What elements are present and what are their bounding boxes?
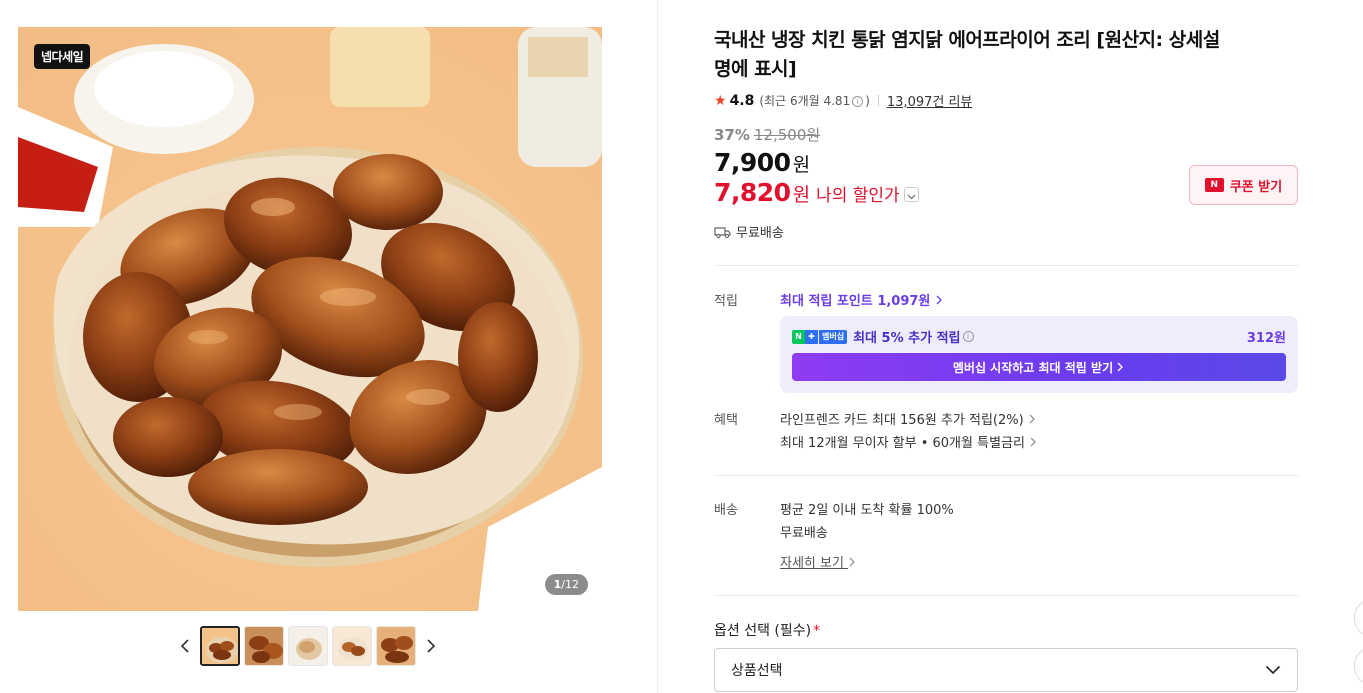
thumbnail-3[interactable]: [288, 626, 328, 666]
naver-n-icon: N: [792, 329, 805, 344]
rating-row: ★ 4.8 (최근 6개월 4.81 i) 13,097건 리뷰: [714, 91, 973, 111]
option-label-text: 옵션 선택 (필수): [714, 623, 812, 639]
membership-cta-label: 멤버십 시작하고 최대 적립 받기: [952, 360, 1114, 375]
divider: [877, 95, 879, 106]
membership-extra-row: N ✚ 멤버십 최대 5% 추가 적립 i 312원: [792, 327, 1286, 346]
benefit-item-card[interactable]: 라인프렌즈 카드 최대 156원 추가 적립(2%): [780, 409, 1036, 428]
membership-box: N ✚ 멤버십 최대 5% 추가 적립 i 312원 멤버십 시작하고 최대 적립 받…: [780, 316, 1298, 393]
shipping-row: 무료배송: [714, 222, 784, 241]
option-select[interactable]: 상품선택: [714, 648, 1298, 692]
thumbnail-image: [202, 628, 238, 664]
chevron-down-icon[interactable]: [903, 187, 919, 202]
coupon-button[interactable]: N 쿠폰 받기: [1189, 165, 1298, 205]
chevron-right-icon: [849, 557, 855, 567]
thumbnail-prev-button[interactable]: [174, 626, 196, 666]
chevron-down-icon: [1265, 665, 1281, 675]
info-icon[interactable]: i: [962, 331, 974, 342]
my-price-label: 나의 할인가: [816, 186, 900, 206]
max-points-link[interactable]: 최대 적립 포인트 1,097원: [780, 290, 943, 309]
delivery-fee: 무료배송: [780, 526, 828, 541]
truck-icon: [714, 226, 731, 238]
info-icon[interactable]: i: [852, 96, 864, 107]
extra-points-amount: 312원: [1246, 331, 1286, 346]
floating-button[interactable]: [1354, 646, 1363, 686]
counter-total: /12: [561, 578, 579, 591]
thumbnail-4[interactable]: [332, 626, 372, 666]
chevron-right-icon: [1029, 414, 1035, 424]
extra-points-text: 최대 5% 추가 적립: [853, 331, 961, 346]
product-gallery: 넵다세일 1/12: [0, 0, 658, 693]
recent-rating-close: ): [865, 94, 870, 108]
delivery-detail-link[interactable]: 자세히 보기: [780, 552, 856, 571]
required-mark: *: [813, 623, 821, 639]
chevron-right-icon: [1030, 437, 1036, 447]
delivery-estimate: 평균 2일 이내 도착 확률 100%: [780, 503, 954, 518]
delivery-label: 배송: [714, 503, 738, 518]
thumbnail-image: [377, 627, 415, 665]
benefit-installment-text: 최대 12개월 무이자 할부 • 60개월 특별금리: [780, 436, 1025, 451]
max-points-text: 최대 적립 포인트: [780, 294, 873, 309]
option-select-value: 상품선택: [731, 663, 783, 679]
option-label: 옵션 선택 (필수) *: [714, 620, 820, 640]
chevron-left-icon: [180, 639, 189, 653]
max-points-value: 1,097원: [877, 294, 931, 309]
delivery-detail-text: 자세히 보기: [780, 556, 844, 571]
recent-rating-text: (최근 6개월 4.81: [759, 94, 851, 108]
star-icon: ★: [714, 92, 727, 109]
chevron-right-icon: [1117, 362, 1124, 372]
benefit-card-text: 라인프렌즈 카드 최대 156원 추가 적립(2%): [780, 413, 1024, 428]
sale-price-row: 7,900 원: [714, 148, 810, 177]
coupon-button-label: 쿠폰 받기: [1229, 179, 1283, 195]
section-divider: [714, 595, 1299, 596]
my-discount-price: 7,820: [714, 178, 791, 207]
shipping-text: 무료배송: [736, 226, 784, 241]
fried-chicken-photo: [18, 27, 602, 611]
benefit-item-installment[interactable]: 최대 12개월 무이자 할부 • 60개월 특별금리: [780, 432, 1037, 451]
membership-badge-text: 멤버십: [819, 329, 848, 344]
floating-button[interactable]: [1354, 598, 1363, 638]
my-price-row[interactable]: 7,820 원 나의 할인가: [714, 178, 919, 207]
rating-score: 4.8: [729, 92, 755, 109]
thumbnail-image: [289, 627, 327, 665]
section-divider: [714, 265, 1299, 266]
chevron-right-icon: [936, 295, 942, 305]
thumbnail-2[interactable]: [244, 626, 284, 666]
thumbnail-strip: [174, 626, 442, 666]
naver-n-icon: N: [1204, 178, 1224, 192]
thumbnail-image: [333, 627, 371, 665]
sale-badge: 넵다세일: [34, 44, 91, 69]
plus-icon: ✚: [805, 329, 818, 344]
sale-price: 7,900: [714, 148, 791, 177]
discount-rate: 37%: [714, 126, 750, 144]
thumbnail-image: [245, 627, 283, 665]
image-counter: 1/12: [544, 574, 588, 595]
benefits-label: 혜택: [714, 413, 738, 428]
my-price-unit: 원: [792, 184, 811, 206]
product-title: 국내산 냉장 치킨 통닭 염지닭 에어프라이어 조리 [원산지: 상세설명에 표…: [714, 29, 1220, 80]
original-price: 12,500원: [753, 126, 821, 144]
thumbnail-5[interactable]: [376, 626, 416, 666]
sale-price-unit: 원: [792, 154, 811, 176]
membership-badge: N ✚ 멤버십: [792, 329, 848, 344]
points-label: 적립: [714, 294, 738, 309]
section-divider: [714, 475, 1299, 476]
recent-rating: (최근 6개월 4.81 i): [759, 92, 870, 109]
main-product-image[interactable]: 넵다세일 1/12: [18, 27, 602, 611]
membership-cta-button[interactable]: 멤버십 시작하고 최대 적립 받기: [792, 353, 1286, 381]
thumbnail-next-button[interactable]: [420, 626, 442, 666]
original-price-row: 37% 12,500원: [714, 124, 820, 145]
thumbnail-1[interactable]: [200, 626, 240, 666]
chevron-right-icon: [427, 639, 436, 653]
review-count-link[interactable]: 13,097건 리뷰: [887, 91, 973, 110]
